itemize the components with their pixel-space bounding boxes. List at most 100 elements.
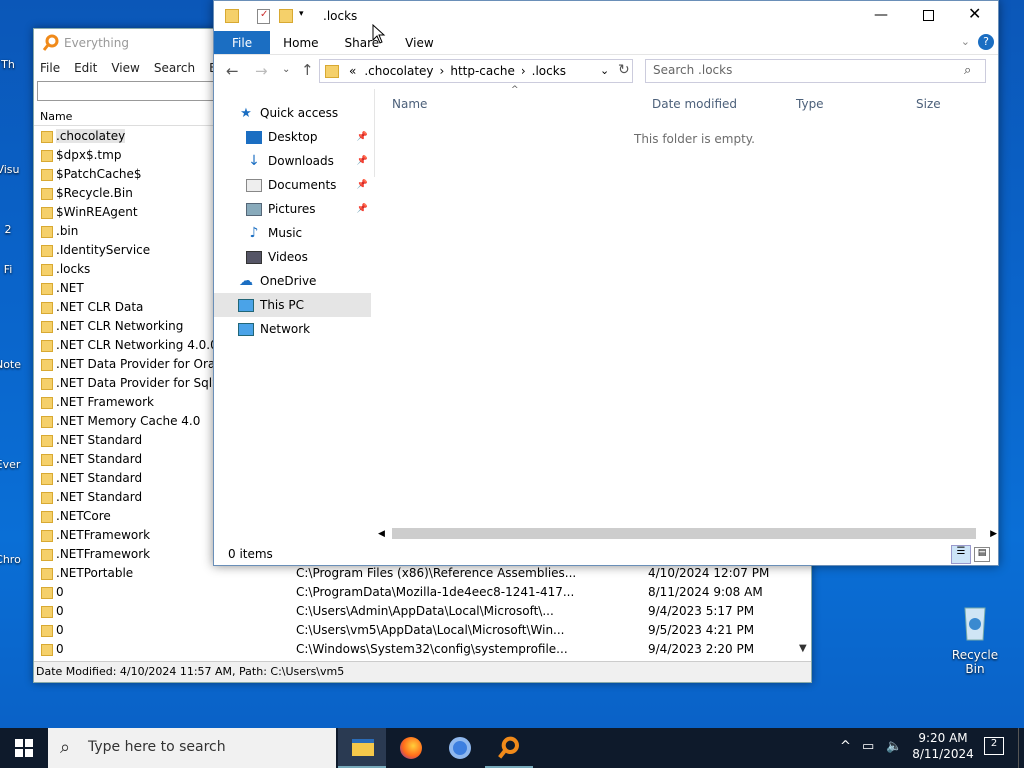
large-icons-view-icon[interactable]: ▤ (974, 547, 990, 562)
minimize-button[interactable]: — (874, 7, 888, 23)
item-name: .NET CLR Networking 4.0.0.0 (56, 338, 230, 352)
folder-icon (41, 359, 53, 371)
column-separator[interactable] (374, 89, 375, 111)
chrome-icon (449, 737, 471, 759)
taskbar-chrome[interactable] (436, 728, 484, 768)
folder-icon (41, 188, 53, 200)
item-name: .NET Standard (56, 433, 143, 447)
menu-item[interactable]: View (111, 61, 139, 75)
item-path: C:\Users\Admin\AppData\Local\Microsoft\.… (296, 604, 554, 618)
help-icon[interactable]: ? (978, 34, 994, 50)
taskbar-file-explorer[interactable] (338, 728, 386, 768)
chevron-right-icon[interactable]: › (440, 64, 445, 78)
chevron-right-icon[interactable]: › (521, 64, 526, 78)
nav-item-documents[interactable]: Documents 📌 (214, 173, 374, 197)
nav-item-label: Network (260, 322, 311, 336)
address-bar[interactable]: « .chocolatey › http-cache › .locks (319, 59, 633, 83)
scroll-down-arrow-icon[interactable]: ▼ (799, 643, 809, 659)
properties-icon[interactable]: ✓ (257, 9, 270, 24)
list-item[interactable]: .NETPortable C:\Program Files (x86)\Refer… (34, 565, 810, 584)
breadcrumb-segment[interactable]: http-cache (450, 64, 515, 78)
scroll-left-icon[interactable]: ◀ (378, 529, 385, 539)
column-separator[interactable] (374, 155, 375, 177)
tab-view[interactable]: View (392, 36, 446, 54)
back-arrow-icon[interactable]: ← (226, 62, 239, 80)
item-name: 0 (56, 585, 64, 599)
item-name: .locks (56, 262, 91, 276)
menu-item[interactable]: File (40, 61, 60, 75)
expand-ribbon-icon[interactable]: ⌄ (961, 35, 970, 48)
column-header-date-modified[interactable]: Date modified (652, 97, 737, 111)
clock-date: 8/11/2024 (912, 747, 974, 761)
column-header-name[interactable]: Name (34, 106, 219, 126)
list-item[interactable]: 0 C:\ProgramData\Mozilla-1de4eec8-1241-41… (34, 584, 810, 603)
breadcrumb-segment[interactable]: .chocolatey (364, 64, 433, 78)
list-item[interactable]: 0 C:\Users\Admin\AppData\Local\Microsoft\… (34, 603, 810, 622)
maximize-button[interactable] (923, 10, 934, 21)
search-input[interactable]: Search .locks (645, 59, 986, 83)
column-header-type[interactable]: Type (796, 97, 824, 111)
nav-item-pictures[interactable]: Pictures 📌 (214, 197, 374, 221)
clock[interactable]: 9:20 AM 8/11/2024 (912, 731, 974, 761)
nav-item-desktop[interactable]: Desktop 📌 (214, 125, 374, 149)
desktop-shortcut-label: Note (0, 358, 22, 371)
item-name: .NET Standard (56, 471, 143, 485)
nav-item-music[interactable]: ♪ Music (214, 221, 374, 245)
nav-item-quick-access[interactable]: ★ Quick access (214, 101, 374, 125)
tab-file[interactable]: File (214, 31, 271, 54)
desktop-shortcut-label: Fi (3, 263, 13, 276)
scroll-right-icon[interactable]: ▶ (990, 529, 997, 539)
item-name: .NETFramework (56, 528, 151, 542)
recycle-bin-icon[interactable]: Recycle Bin (943, 602, 1007, 676)
file-explorer-window[interactable]: ✓ ▾ .locks — ✕ File Home Share View ⌄ ? ← → … (213, 0, 999, 566)
breadcrumb-segment[interactable]: .locks (532, 64, 566, 78)
folder-icon (41, 245, 53, 257)
horizontal-scrollbar[interactable]: ◀ ▶ (374, 525, 1000, 542)
folder-icon (41, 131, 53, 143)
taskbar-firefox[interactable] (387, 728, 435, 768)
column-header-name[interactable]: Name (392, 97, 427, 111)
column-separator[interactable] (374, 133, 375, 155)
list-item[interactable]: 0 C:\Users\vm5\AppData\Local\Microsoft\Wi… (34, 622, 810, 641)
tab-home[interactable]: Home (270, 36, 331, 54)
notification-center-icon[interactable]: 2 (984, 737, 1004, 755)
nav-item-label: Music (268, 226, 303, 240)
nav-item-videos[interactable]: Videos (214, 245, 374, 269)
explorer-titlebar[interactable]: ✓ ▾ .locks — ✕ (214, 1, 998, 32)
column-header-size[interactable]: Size (916, 97, 941, 111)
taskbar-everything[interactable] (485, 728, 533, 768)
new-folder-icon[interactable] (279, 9, 293, 23)
forward-arrow-icon[interactable]: → (255, 62, 268, 80)
nav-item-network[interactable]: Network (214, 317, 374, 341)
list-item[interactable]: 0 C:\Windows\System32\config\systemprofil… (34, 641, 810, 660)
trash-icon (964, 607, 986, 641)
everything-search-input[interactable] (37, 81, 222, 101)
item-path: C:\ProgramData\Mozilla-1de4eec8-1241-417… (296, 585, 575, 599)
show-desktop-button[interactable] (1018, 728, 1024, 768)
nav-item-downloads[interactable]: ↓ Downloads 📌 (214, 149, 374, 173)
show-hidden-icons-chevron-icon[interactable]: ^ (840, 739, 851, 754)
scrollbar-thumb[interactable] (392, 528, 976, 539)
taskbar-search-input[interactable]: Type here to search (48, 728, 336, 768)
start-button[interactable] (0, 728, 48, 768)
nav-item-label: Downloads (268, 154, 334, 168)
network-status-icon[interactable]: ▭ (862, 739, 874, 754)
column-separator[interactable] (374, 111, 375, 133)
address-dropdown-icon[interactable]: ⌄ (600, 64, 609, 77)
desktop-icon (246, 130, 262, 144)
item-date: 8/11/2024 9:08 AM (648, 585, 763, 599)
nav-item-onedrive[interactable]: ☁ OneDrive (214, 269, 374, 293)
chevron-down-icon[interactable]: ▾ (299, 9, 304, 19)
details-view-icon[interactable]: ☰ (951, 545, 971, 564)
recent-locations-chevron-icon[interactable]: ⌄ (282, 64, 290, 75)
menu-item[interactable]: Edit (74, 61, 97, 75)
menu-item[interactable]: Search (154, 61, 195, 75)
close-button[interactable]: ✕ (968, 4, 981, 23)
refresh-icon[interactable]: ↻ (618, 62, 630, 78)
item-date: 9/5/2023 4:21 PM (648, 623, 755, 637)
up-arrow-icon[interactable]: ↑ (301, 61, 314, 79)
breadcrumb-segment[interactable]: « (349, 64, 356, 78)
folder-icon (41, 302, 53, 314)
nav-item-this-pc[interactable]: This PC (214, 293, 371, 317)
volume-muted-icon[interactable]: 🔈 (886, 739, 902, 754)
